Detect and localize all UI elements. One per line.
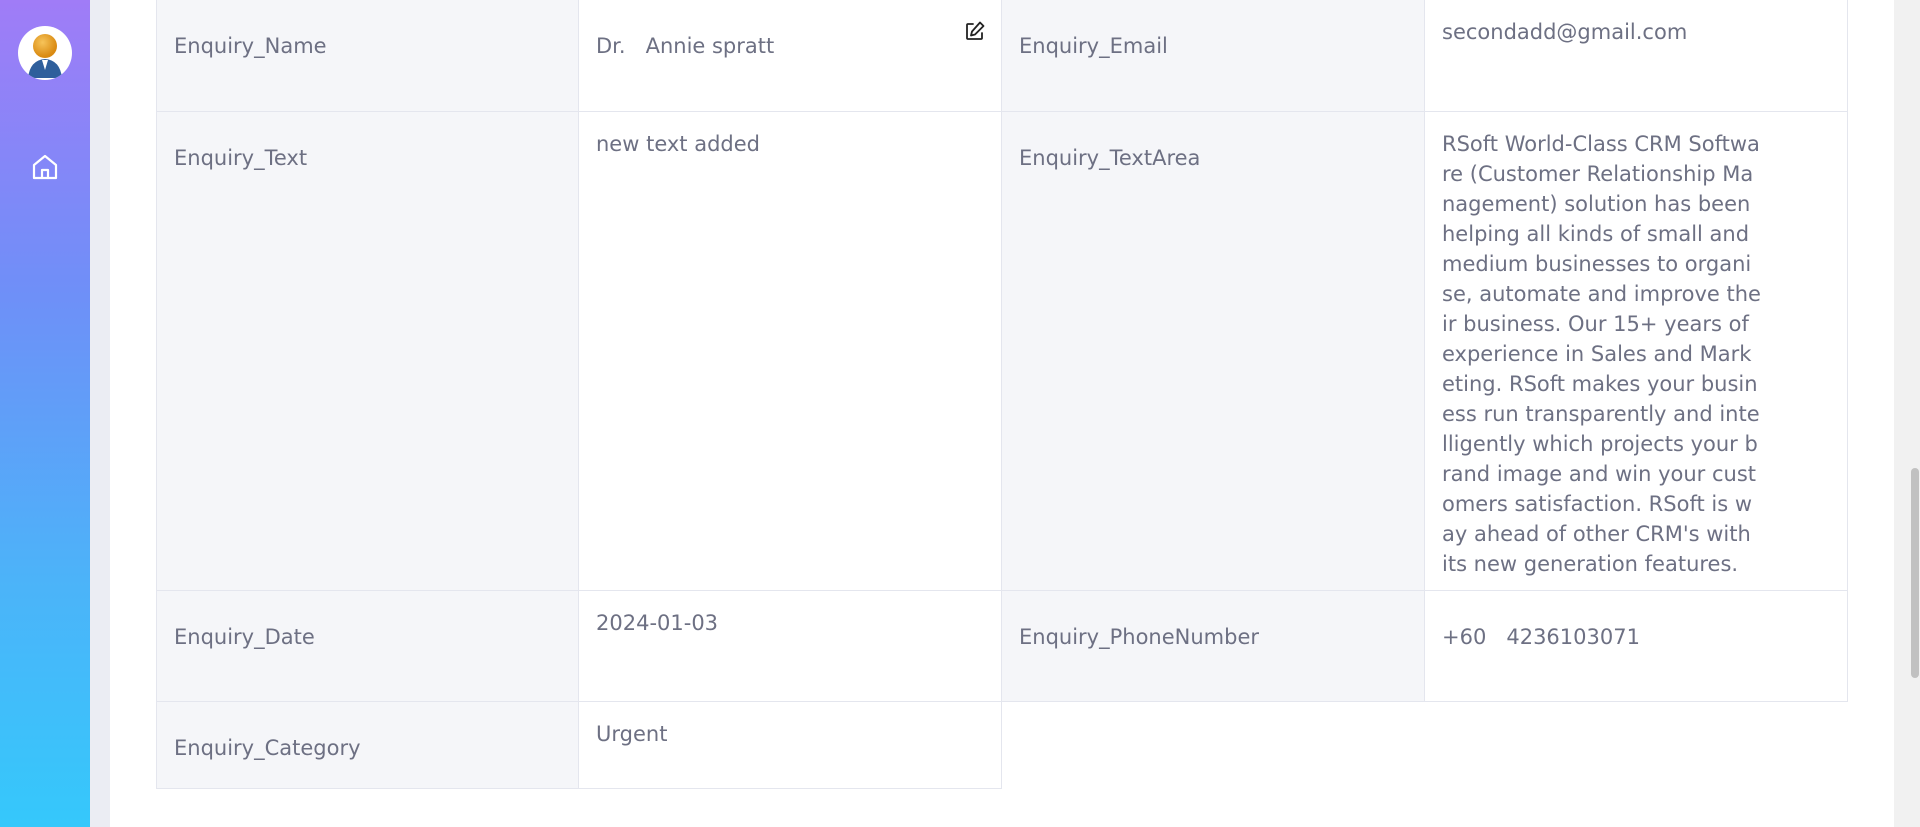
enquiry-date-label: Enquiry_Date	[156, 591, 579, 702]
enquiry-category-value: Urgent	[579, 702, 1002, 789]
enquiry-text-label: Enquiry_Text	[156, 112, 579, 591]
empty-cell	[1002, 702, 1425, 789]
user-avatar-icon[interactable]	[18, 26, 72, 80]
enquiry-details-table: Enquiry_Name Dr. Annie spratt Enquiry_Em…	[156, 0, 1848, 789]
enquiry-date-value: 2024-01-03	[579, 591, 1002, 702]
enquiry-phone-label: Enquiry_PhoneNumber	[1002, 591, 1425, 702]
scrollbar-thumb[interactable]	[1911, 468, 1919, 678]
enquiry-email-label: Enquiry_Email	[1002, 0, 1425, 112]
content-gutter	[90, 0, 110, 827]
enquiry-category-label: Enquiry_Category	[156, 702, 579, 789]
enquiry-textarea-value: RSoft World-Class CRM Software (Customer…	[1425, 112, 1848, 591]
table-row: Enquiry_Name Dr. Annie spratt Enquiry_Em…	[156, 0, 1848, 112]
enquiry-name-label: Enquiry_Name	[156, 0, 579, 112]
enquiry-text-value: new text added	[579, 112, 1002, 591]
enquiry-email-value: secondadd@gmail.com	[1425, 0, 1848, 112]
sidebar	[0, 0, 90, 827]
enquiry-textarea-label: Enquiry_TextArea	[1002, 112, 1425, 591]
enquiry-phone-value: +60 4236103071	[1425, 591, 1848, 702]
empty-cell	[1425, 702, 1848, 789]
enquiry-name-cell: Dr. Annie spratt	[579, 0, 1002, 112]
edit-icon[interactable]	[964, 20, 986, 42]
table-row: Enquiry_Category Urgent	[156, 702, 1848, 789]
home-icon[interactable]	[30, 152, 60, 182]
enquiry-name-value: Dr. Annie spratt	[596, 34, 775, 58]
table-row: Enquiry_Text new text added Enquiry_Text…	[156, 112, 1848, 591]
table-row: Enquiry_Date 2024-01-03 Enquiry_PhoneNum…	[156, 591, 1848, 702]
scrollbar-track[interactable]	[1894, 0, 1920, 827]
